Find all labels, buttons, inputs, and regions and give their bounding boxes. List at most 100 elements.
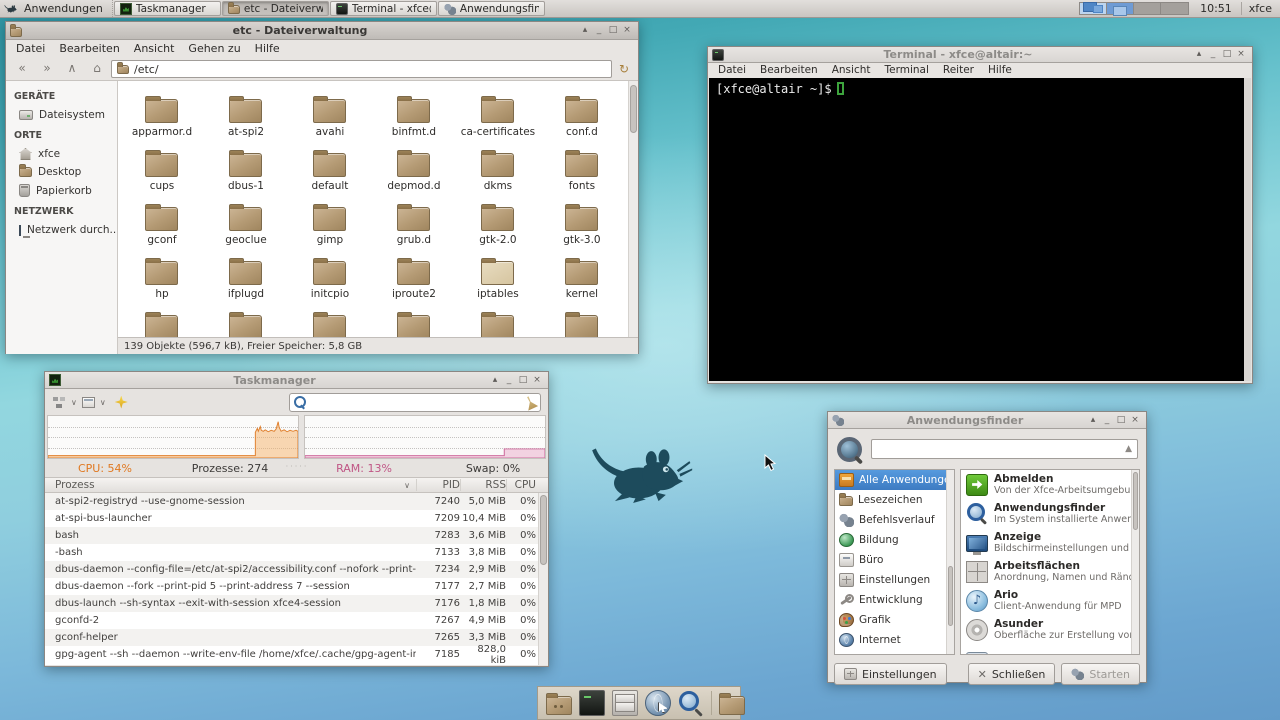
maximize-button[interactable]: □ xyxy=(1114,413,1128,428)
workspace-2[interactable] xyxy=(1107,3,1134,14)
process-row[interactable]: at-spi2-registryd --use-gnome-session724… xyxy=(45,493,548,510)
taskbar-button[interactable]: etc - Dateiverwaltung xyxy=(222,1,329,16)
file-list-view[interactable]: apparmor.dat-spi2avahibinfmt.dca-certifi… xyxy=(118,81,638,337)
file-item[interactable]: gtk-2.0 xyxy=(456,193,540,247)
process-row[interactable]: bash72833,6 MiB0% xyxy=(45,527,548,544)
home-button[interactable]: ⌂ xyxy=(86,60,108,78)
file-item[interactable]: cups xyxy=(120,139,204,193)
column-header-cpu[interactable]: CPU xyxy=(506,479,538,491)
forward-button[interactable]: » xyxy=(36,60,58,78)
file-item[interactable]: depmod.d xyxy=(372,139,456,193)
sidebar-item[interactable]: Papierkorb xyxy=(6,181,117,200)
app-item[interactable]: ArbeitsflächenAnordnung, Namen und Rände… xyxy=(961,557,1139,586)
minimize-button[interactable]: _ xyxy=(1100,413,1114,428)
app-search-input[interactable] xyxy=(877,443,1121,456)
clock[interactable]: 10:51 xyxy=(1191,0,1241,17)
process-tree-icon[interactable] xyxy=(52,396,66,409)
file-item[interactable]: dbus-1 xyxy=(204,139,288,193)
category-item[interactable]: Entwicklung xyxy=(835,590,954,610)
shade-button[interactable]: ▴ xyxy=(1086,413,1100,428)
file-item[interactable] xyxy=(540,301,624,337)
workspace-switcher[interactable] xyxy=(1079,2,1189,15)
app-search-field[interactable]: ▲ xyxy=(871,439,1138,459)
close-button[interactable]: × xyxy=(530,373,544,388)
file-item[interactable]: grub.d xyxy=(372,193,456,247)
scrollbar-thumb[interactable] xyxy=(540,495,547,565)
shade-button[interactable]: ▴ xyxy=(578,23,592,38)
terminal-screen[interactable]: [xfce@altair ~]$ xyxy=(709,78,1251,381)
file-item[interactable]: ifplugd xyxy=(204,247,288,301)
menu-hilfe[interactable]: Hilfe xyxy=(248,40,287,58)
file-item[interactable]: conf.d xyxy=(540,85,624,139)
search-icon[interactable] xyxy=(678,690,704,716)
file-item[interactable]: default xyxy=(288,139,372,193)
category-item[interactable]: Grafik xyxy=(835,610,954,630)
process-list-scrollbar[interactable] xyxy=(538,493,548,665)
up-button[interactable]: ∧ xyxy=(61,60,83,78)
back-button[interactable]: « xyxy=(11,60,33,78)
shade-button[interactable]: ▴ xyxy=(488,373,502,388)
close-button[interactable]: × xyxy=(620,23,634,38)
sidebar-item[interactable]: Desktop xyxy=(6,163,117,181)
scrollbar-thumb[interactable] xyxy=(948,566,953,626)
sidebar-item[interactable]: xfce xyxy=(6,145,117,163)
file-item[interactable]: gconf xyxy=(120,193,204,247)
shade-button[interactable]: ▴ xyxy=(1192,47,1206,62)
close-button[interactable]: × xyxy=(1128,413,1142,428)
menu-datei[interactable]: Datei xyxy=(9,40,52,58)
path-bar[interactable]: /etc/ xyxy=(111,60,612,78)
desktop-background[interactable]: Anwendungen Taskmanageretc - Dateiverwal… xyxy=(0,0,1280,720)
file-item[interactable]: dkms xyxy=(456,139,540,193)
app-finder-titlebar[interactable]: Anwendungsfinder ▴_□× xyxy=(828,412,1146,429)
file-item[interactable]: ca-certificates xyxy=(456,85,540,139)
maximize-button[interactable]: □ xyxy=(516,373,530,388)
file-item[interactable]: fonts xyxy=(540,139,624,193)
close-button[interactable]: × xyxy=(1234,47,1248,62)
window-filter-icon[interactable] xyxy=(82,397,95,408)
minimize-button[interactable]: _ xyxy=(592,23,606,38)
applications-menu-button[interactable]: Anwendungen xyxy=(0,0,113,17)
file-item[interactable]: apparmor.d xyxy=(120,85,204,139)
file-item[interactable] xyxy=(372,301,456,337)
process-row[interactable]: -bash71333,8 MiB0% xyxy=(45,544,548,561)
web-browser-icon[interactable] xyxy=(645,690,671,716)
file-item[interactable]: kernel xyxy=(540,247,624,301)
category-item[interactable]: Internet xyxy=(835,630,954,650)
menu-bearbeiten[interactable]: Bearbeiten xyxy=(52,40,126,58)
file-cabinet-icon[interactable] xyxy=(612,690,638,716)
application-scrollbar[interactable] xyxy=(1131,470,1139,654)
workspace-1[interactable] xyxy=(1080,3,1107,14)
file-item[interactable]: iproute2 xyxy=(372,247,456,301)
menu-datei[interactable]: Datei xyxy=(711,63,753,78)
maximize-button[interactable]: □ xyxy=(1220,47,1234,62)
clear-search-icon[interactable] xyxy=(523,394,538,410)
app-item[interactable]: AnwendungsfinderIm System installierte A… xyxy=(961,499,1139,528)
folder-dotted-icon[interactable] xyxy=(546,696,572,715)
category-item[interactable]: Alle Anwendungen xyxy=(835,470,954,490)
scrollbar-thumb[interactable] xyxy=(630,85,637,133)
collapse-icon[interactable]: ▲ xyxy=(1125,444,1132,454)
app-item[interactable]: Avahi SSH Server Browser xyxy=(961,644,1139,655)
preferences-button[interactable]: Einstellungen xyxy=(834,663,947,685)
file-list-scrollbar[interactable] xyxy=(628,81,638,337)
taskbar-button[interactable]: Taskmanager xyxy=(114,1,221,16)
menu-ansicht[interactable]: Ansicht xyxy=(127,40,182,58)
sidebar-item[interactable]: Netzwerk durch... xyxy=(6,221,117,239)
taskbar-button[interactable]: Anwendungsfinder xyxy=(438,1,545,16)
chevron-down-icon[interactable]: ∨ xyxy=(71,398,77,407)
file-item[interactable] xyxy=(456,301,540,337)
app-item[interactable]: AnzeigeBildschirmeinstellungen und An... xyxy=(961,528,1139,557)
category-item[interactable]: Lesezeichen xyxy=(835,490,954,510)
process-search-field[interactable] xyxy=(289,393,541,412)
file-item[interactable]: gimp xyxy=(288,193,372,247)
maximize-button[interactable]: □ xyxy=(606,23,620,38)
file-item[interactable]: iptables xyxy=(456,247,540,301)
file-item[interactable]: binfmt.d xyxy=(372,85,456,139)
process-row[interactable]: at-spi-bus-launcher720910,4 MiB0% xyxy=(45,510,548,527)
column-header-rss[interactable]: RSS xyxy=(460,479,506,491)
close-app-finder-button[interactable]: ✕ Schließen xyxy=(968,663,1056,685)
app-item[interactable]: ♪ArioClient-Anwendung für MPD xyxy=(961,586,1139,615)
category-item[interactable]: Büro xyxy=(835,550,954,570)
folder-plain-icon[interactable] xyxy=(719,696,745,715)
column-header-pid[interactable]: PID xyxy=(416,479,460,491)
